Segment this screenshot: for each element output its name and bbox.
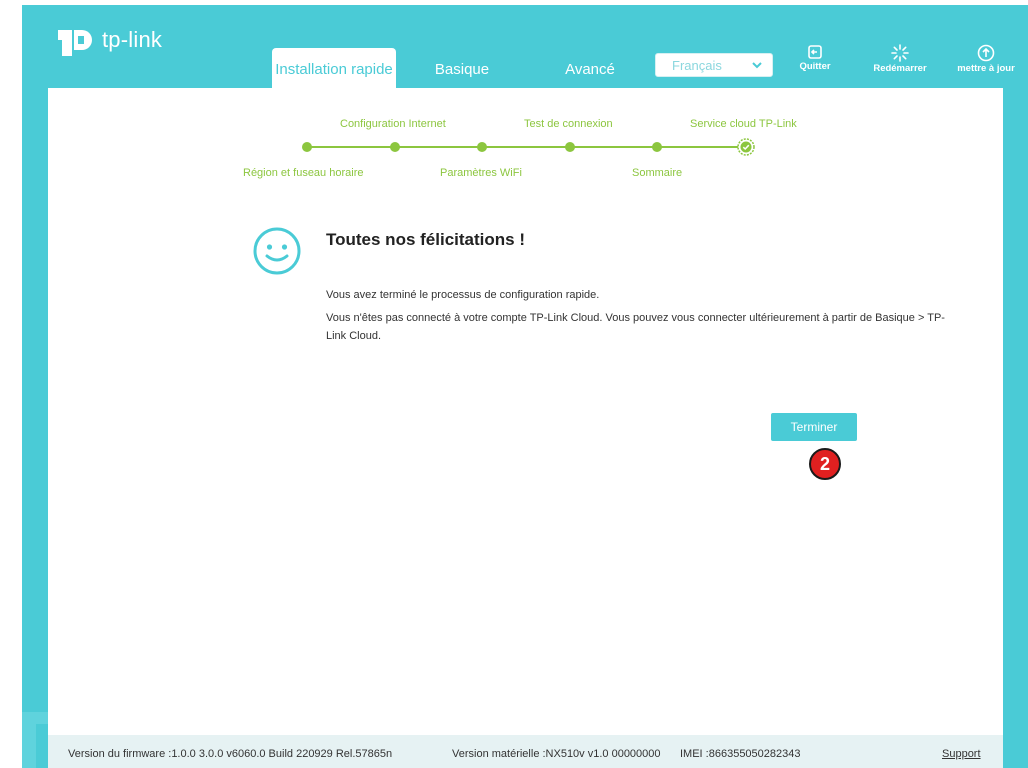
reboot-icon [891, 44, 909, 62]
step-label-region: Région et fuseau horaire [243, 167, 364, 179]
step-label-wifi: Paramètres WiFi [440, 167, 522, 179]
completion-message: Vous avez terminé le processus de config… [326, 289, 600, 301]
step-label-connection-test: Test de connexion [524, 118, 613, 130]
reboot-label: Redémarrer [873, 63, 927, 74]
upload-icon [977, 44, 995, 62]
stepper-track [306, 146, 746, 148]
update-button[interactable]: mettre à jour [955, 44, 1017, 74]
step-complete-check-icon [737, 138, 755, 156]
hardware-version: Version matérielle :NX510v v1.0 00000000 [452, 748, 661, 760]
imei: IMEI :866355050282343 [680, 748, 801, 760]
footer-bar: Version du firmware :1.0.0 3.0.0 v6060.0… [48, 735, 1003, 768]
tp-link-logo: tp-link [54, 20, 162, 60]
smiley-icon [253, 227, 301, 275]
tab-quick-setup[interactable]: Installation rapide [272, 48, 396, 88]
step-dot [477, 142, 487, 152]
tp-link-logo-icon [58, 30, 92, 56]
tab-basic[interactable]: Basique [422, 48, 502, 88]
step-label-cloud: Service cloud TP-Link [690, 118, 797, 130]
main-panel [48, 88, 1003, 735]
step-dot [302, 142, 312, 152]
step-dot [390, 142, 400, 152]
step-number-badge: 2 [809, 448, 841, 480]
step-label-summary: Sommaire [632, 167, 683, 179]
support-link[interactable]: Support [942, 748, 981, 760]
update-label: mettre à jour [957, 63, 1015, 74]
tab-advanced[interactable]: Avancé [550, 48, 630, 88]
quit-label: Quitter [799, 61, 831, 72]
language-select[interactable]: Français [655, 53, 773, 77]
quit-button[interactable]: Quitter [799, 44, 831, 72]
reboot-button[interactable]: Redémarrer [868, 44, 932, 74]
chevron-down-icon [752, 62, 762, 69]
congratulations-title: Toutes nos félicitations ! [326, 230, 525, 249]
firmware-version: Version du firmware :1.0.0 3.0.0 v6060.0… [68, 748, 393, 760]
router-ui: tp-link Installation rapide Basique Avan… [0, 0, 1028, 768]
language-selected: Français [672, 57, 722, 73]
corner-decoration-inner [36, 724, 48, 768]
logo-text: tp-link [102, 27, 163, 52]
logout-icon [808, 45, 822, 59]
step-dot [652, 142, 662, 152]
step-dot [565, 142, 575, 152]
finish-button[interactable]: Terminer [771, 413, 857, 441]
step-label-internet: Configuration Internet [340, 118, 446, 130]
cloud-message: Vous n'êtes pas connecté à votre compte … [326, 312, 945, 342]
